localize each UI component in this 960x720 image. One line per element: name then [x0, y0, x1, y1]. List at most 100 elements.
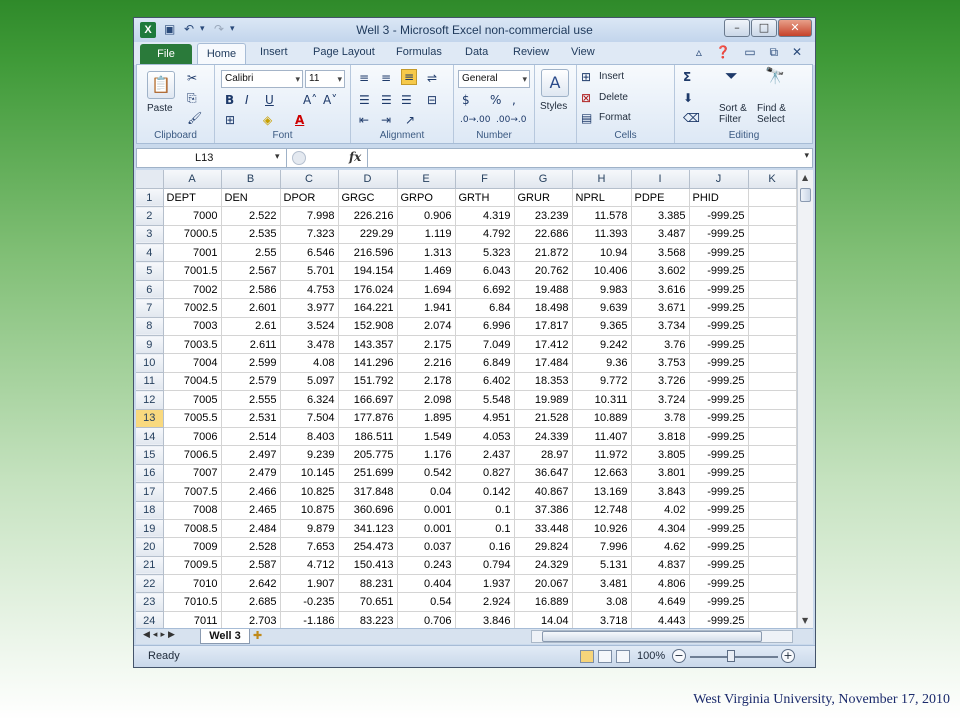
cell[interactable]: 2.175 [397, 335, 456, 355]
row-header[interactable]: 14 [136, 427, 164, 447]
cell[interactable]: -999.25 [689, 261, 749, 281]
cell[interactable]: 18.498 [514, 298, 573, 318]
fill-color-icon[interactable]: ◈ [263, 113, 272, 127]
tab-insert[interactable]: Insert [260, 46, 288, 58]
cell[interactable]: 9.879 [280, 519, 339, 539]
cell[interactable]: -0.235 [280, 592, 339, 612]
format-cells-button[interactable]: Format [599, 112, 631, 123]
cell[interactable]: 3.481 [572, 574, 632, 594]
cell[interactable]: 6.84 [455, 298, 515, 318]
cell[interactable]: 3.734 [631, 317, 690, 337]
bold-icon[interactable]: B [225, 93, 234, 107]
cell[interactable] [748, 592, 797, 612]
cell[interactable]: 11.972 [572, 445, 632, 465]
cell[interactable]: 4.951 [455, 409, 515, 428]
cell[interactable]: 10.875 [280, 501, 339, 520]
tab-formulas[interactable]: Formulas [396, 46, 442, 58]
cell[interactable]: -999.25 [689, 427, 749, 447]
cell[interactable]: 16.889 [514, 592, 573, 612]
cell[interactable]: 1.937 [455, 574, 515, 594]
cell[interactable]: 2.599 [221, 353, 281, 373]
cell[interactable]: 3.818 [631, 427, 690, 447]
cell[interactable]: 7.998 [280, 206, 339, 226]
cell[interactable]: 3.524 [280, 317, 339, 337]
cell[interactable]: 10.406 [572, 261, 632, 281]
format-painter-icon[interactable]: 🖌 [187, 111, 202, 125]
cell[interactable]: 0.142 [455, 482, 515, 502]
cell[interactable]: 2.611 [221, 335, 281, 355]
cell[interactable]: 4.08 [280, 353, 339, 373]
cell[interactable]: 2.437 [455, 445, 515, 465]
cell[interactable]: 4.792 [455, 225, 515, 245]
styles-label[interactable]: Styles [540, 101, 567, 112]
cell[interactable]: 3.726 [631, 372, 690, 392]
row-header[interactable]: 24 [136, 611, 164, 628]
cell[interactable]: 5.097 [280, 372, 339, 392]
cell[interactable]: 1.313 [397, 243, 456, 263]
align-right-icon[interactable]: ☰ [401, 93, 412, 107]
row-header[interactable]: 20 [136, 537, 164, 557]
font-size-combo[interactable]: 11 [305, 70, 345, 88]
cell[interactable]: 10.311 [572, 390, 632, 410]
cell[interactable]: -999.25 [689, 243, 749, 263]
cell[interactable]: 1.941 [397, 298, 456, 318]
column-header[interactable]: I [631, 170, 690, 189]
delete-cells-button[interactable]: Delete [599, 92, 628, 103]
orientation-icon[interactable]: ↗ [405, 113, 415, 127]
cell[interactable] [748, 482, 797, 502]
cell[interactable]: 12.748 [572, 501, 632, 520]
cell[interactable]: 36.647 [514, 464, 573, 484]
align-bottom-icon[interactable]: ≡ [401, 69, 418, 85]
cell[interactable]: 3.724 [631, 390, 690, 410]
cell[interactable]: 21.528 [514, 409, 573, 428]
cell[interactable]: 70.651 [338, 592, 398, 612]
cell[interactable]: -999.25 [689, 317, 749, 337]
cell[interactable]: 37.386 [514, 501, 573, 520]
cell[interactable]: 3.753 [631, 353, 690, 373]
cell[interactable]: 2.535 [221, 225, 281, 245]
cell[interactable]: 7008 [163, 501, 222, 520]
cell[interactable] [748, 372, 797, 392]
cell[interactable]: 7005 [163, 390, 222, 410]
cell[interactable] [748, 335, 797, 355]
cell[interactable]: 13.169 [572, 482, 632, 502]
cell[interactable]: DPOR [280, 188, 339, 208]
cell[interactable]: 3.718 [572, 611, 632, 628]
cell[interactable]: -999.25 [689, 335, 749, 355]
cell[interactable]: 1.549 [397, 427, 456, 447]
cell[interactable]: 226.216 [338, 206, 398, 226]
cell[interactable] [748, 206, 797, 226]
close-button[interactable]: ✕ [778, 19, 812, 37]
cell[interactable]: 0.404 [397, 574, 456, 594]
cell[interactable]: 24.339 [514, 427, 573, 447]
cell[interactable]: 7003.5 [163, 335, 222, 355]
percent-icon[interactable]: % [490, 93, 501, 107]
cell[interactable]: 4.02 [631, 501, 690, 520]
row-header[interactable]: 22 [136, 574, 164, 594]
cell[interactable]: 2.098 [397, 390, 456, 410]
cell[interactable]: 7.504 [280, 409, 339, 428]
cell[interactable]: 5.131 [572, 556, 632, 576]
row-header[interactable]: 18 [136, 501, 164, 520]
merge-center-icon[interactable]: ⊟ [427, 93, 437, 107]
cell[interactable]: 3.671 [631, 298, 690, 318]
cell[interactable]: 9.983 [572, 280, 632, 300]
horizontal-scrollbar[interactable] [531, 630, 793, 643]
cell[interactable]: 2.601 [221, 298, 281, 318]
cell[interactable]: 3.801 [631, 464, 690, 484]
cell[interactable]: 11.393 [572, 225, 632, 245]
cell[interactable] [748, 464, 797, 484]
cell[interactable]: 10.145 [280, 464, 339, 484]
cell[interactable]: 5.548 [455, 390, 515, 410]
row-header[interactable]: 3 [136, 225, 164, 245]
delete-cells-icon[interactable]: ⊠ [581, 91, 591, 105]
cell[interactable] [748, 445, 797, 465]
cell[interactable]: 7.323 [280, 225, 339, 245]
scroll-up-icon[interactable]: ▲ [802, 173, 808, 182]
cell[interactable]: -999.25 [689, 482, 749, 502]
cell[interactable]: 7002 [163, 280, 222, 300]
row-header[interactable]: 8 [136, 317, 164, 337]
format-cells-icon[interactable]: ▤ [581, 111, 592, 125]
horizontal-scroll-thumb[interactable] [542, 631, 762, 642]
cell[interactable]: PDPE [631, 188, 690, 208]
